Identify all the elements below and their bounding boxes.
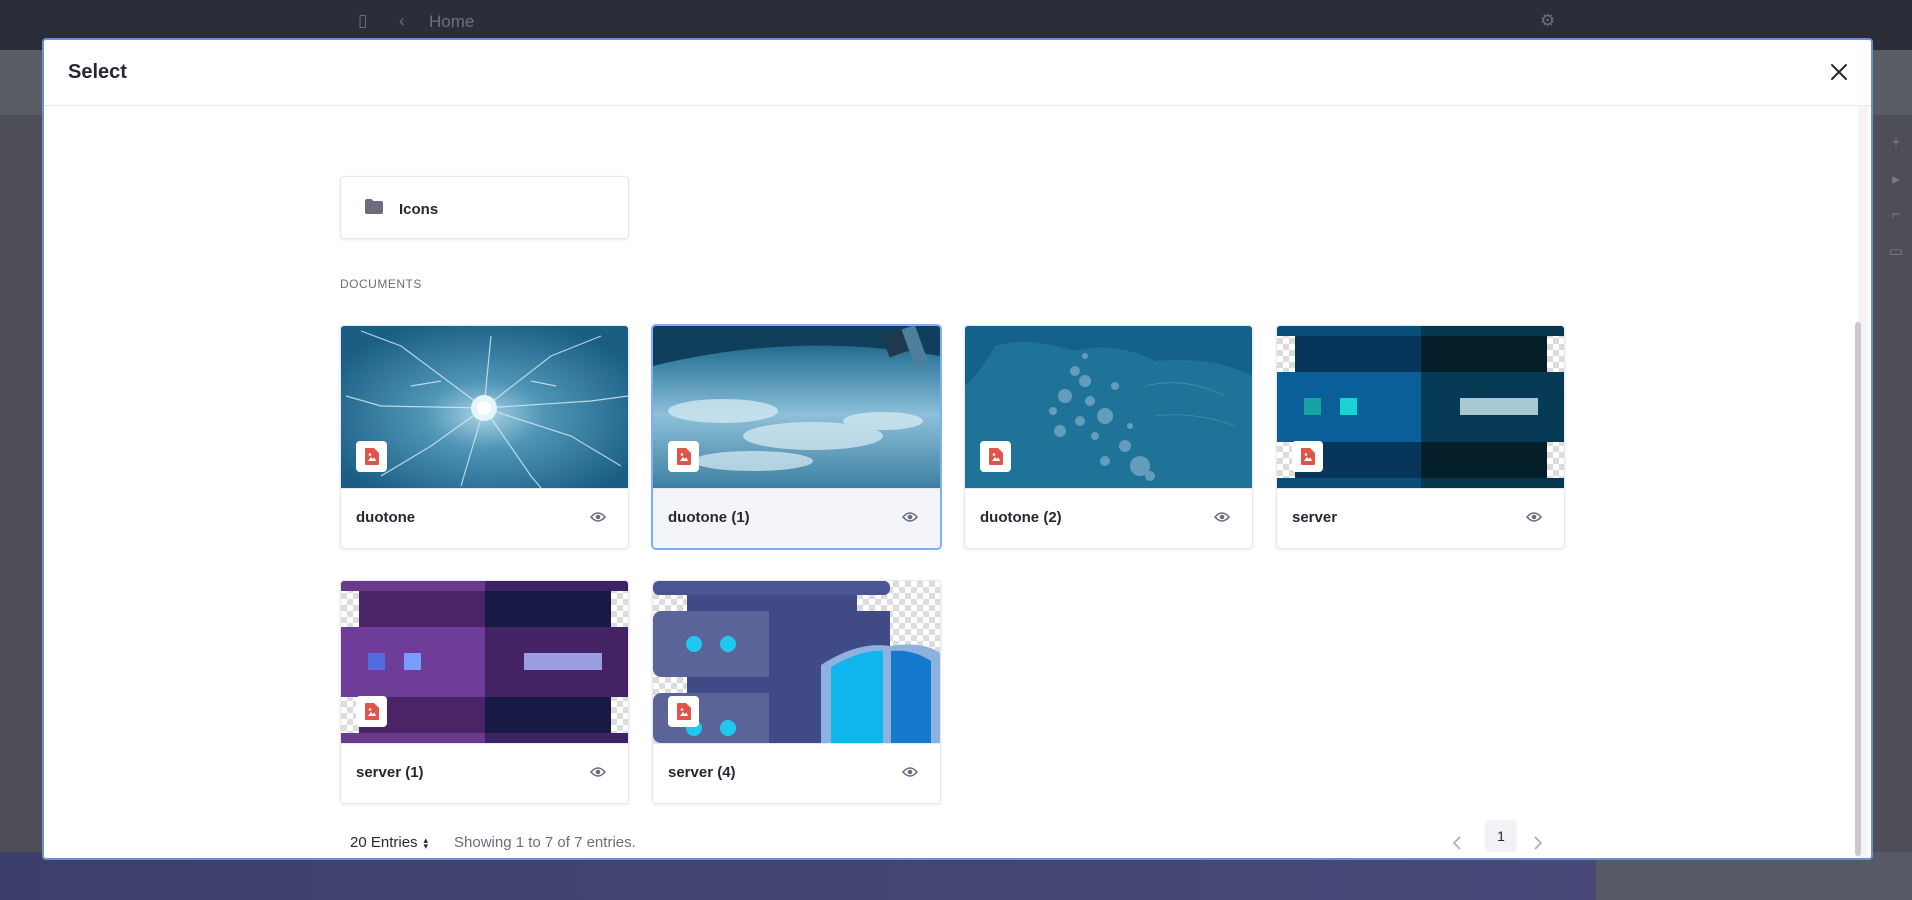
- modal-header: Select: [44, 40, 1871, 106]
- entries-label: 20 Entries: [350, 834, 418, 851]
- document-card[interactable]: duotone: [340, 325, 629, 549]
- image-file-icon: [364, 448, 379, 465]
- document-thumbnail: [965, 326, 1252, 488]
- eye-icon[interactable]: [1526, 511, 1542, 523]
- document-thumbnail: [341, 581, 628, 743]
- document-thumbnail: [653, 581, 940, 743]
- pagination-results-text: Showing 1 to 7 of 7 entries.: [454, 834, 636, 851]
- file-type-badge: [356, 441, 387, 472]
- document-card[interactable]: server (1): [340, 580, 629, 804]
- file-type-badge: [668, 441, 699, 472]
- eye-icon[interactable]: [590, 766, 606, 778]
- document-card[interactable]: server (4): [652, 580, 941, 804]
- gear-icon: ⚙: [1540, 11, 1556, 30]
- select-modal: Select Icons DOCUMENTS duotone duotone (…: [42, 38, 1873, 860]
- app-right-toolbar: + ▸ ⌐ ▭: [1880, 134, 1912, 278]
- document-card-footer: duotone (1): [653, 488, 940, 548]
- plus-icon: +: [1891, 134, 1901, 151]
- chevron-left-icon: [1452, 836, 1461, 850]
- folder-name: Icons: [399, 201, 439, 218]
- file-type-badge: [1292, 441, 1323, 472]
- image-file-icon: [364, 703, 379, 720]
- breadcrumb-home: Home: [429, 12, 475, 31]
- folder-icon: [365, 199, 383, 214]
- sort-caret-icon: ▴ ▾: [423, 835, 429, 852]
- document-title: duotone (1): [668, 509, 750, 526]
- sidebar-toggle-icon: ▯: [358, 11, 368, 30]
- folder-card-icons[interactable]: Icons: [340, 176, 629, 239]
- cursor-icon: ▸: [1892, 171, 1900, 188]
- document-title: duotone (2): [980, 509, 1062, 526]
- modal-body: Icons DOCUMENTS duotone duotone (1) duot…: [44, 106, 1860, 858]
- page-number-button[interactable]: 1: [1485, 820, 1517, 852]
- file-type-badge: [356, 696, 387, 727]
- document-title: server (1): [356, 764, 424, 781]
- document-card[interactable]: server: [1276, 325, 1565, 549]
- document-thumbnail: [1277, 326, 1564, 488]
- back-chevron-icon: ‹: [399, 11, 405, 30]
- eye-icon[interactable]: [902, 511, 918, 523]
- previous-page-button[interactable]: [1447, 834, 1467, 854]
- document-title: server (4): [668, 764, 736, 781]
- image-file-icon: [988, 448, 1003, 465]
- section-label-documents: DOCUMENTS: [340, 277, 422, 291]
- eye-icon[interactable]: [1214, 511, 1230, 523]
- comment-icon: ▭: [1888, 243, 1904, 260]
- image-file-icon: [1300, 448, 1315, 465]
- close-button[interactable]: [1827, 60, 1851, 84]
- document-thumbnail: [653, 326, 940, 488]
- eye-icon[interactable]: [590, 511, 606, 523]
- eye-icon[interactable]: [902, 766, 918, 778]
- close-icon: [1831, 64, 1847, 80]
- document-thumbnail: [341, 326, 628, 488]
- file-type-badge: [980, 441, 1011, 472]
- entries-per-page-select[interactable]: 20 Entries ▴ ▾: [350, 834, 428, 854]
- document-card-footer: server (4): [653, 743, 940, 803]
- chevron-right-icon: [1534, 836, 1543, 850]
- image-file-icon: [676, 703, 691, 720]
- modal-title: Select: [68, 61, 127, 83]
- document-title: duotone: [356, 509, 416, 526]
- file-type-badge: [668, 696, 699, 727]
- next-page-button[interactable]: [1528, 834, 1548, 854]
- modal-scrollbar-thumb[interactable]: [1855, 322, 1861, 856]
- document-title: server: [1292, 509, 1338, 526]
- document-card-footer: server (1): [341, 743, 628, 803]
- document-card[interactable]: duotone (2): [964, 325, 1253, 549]
- document-card[interactable]: duotone (1): [652, 325, 941, 549]
- document-card-footer: duotone: [341, 488, 628, 548]
- document-card-footer: duotone (2): [965, 488, 1252, 548]
- image-file-icon: [676, 448, 691, 465]
- document-card-footer: server: [1277, 488, 1564, 548]
- paint-roller-icon: ⌐: [1891, 206, 1901, 223]
